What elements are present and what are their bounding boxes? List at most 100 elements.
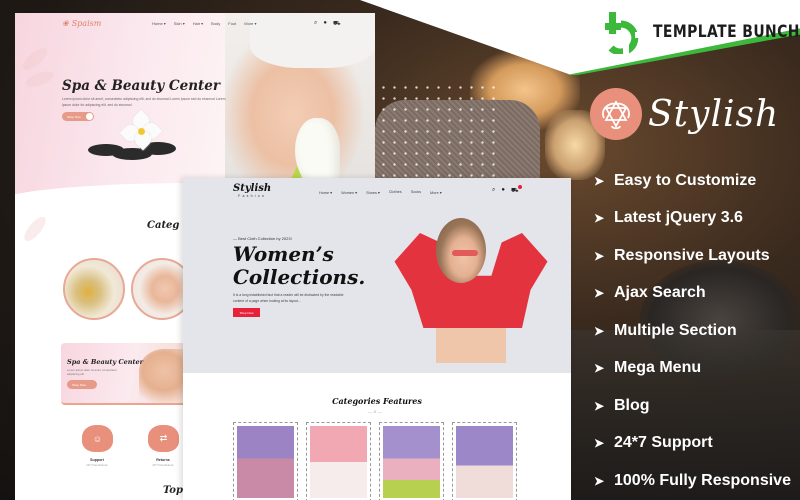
user-icon[interactable]: ● bbox=[323, 20, 327, 28]
category-card[interactable] bbox=[233, 422, 298, 500]
template-bunch-logo-icon bbox=[605, 10, 645, 56]
service-label: Support bbox=[90, 458, 104, 462]
arrow-right-icon: ➤ bbox=[594, 211, 605, 226]
feature-label: Responsive Layouts bbox=[614, 246, 770, 264]
fashion-template-preview: Stylish Fashion Home ▾ Women ▾ Shoes ▾ C… bbox=[183, 178, 571, 500]
feature-item: ➤ Latest jQuery 3.6 bbox=[594, 200, 791, 238]
lotus-badge-icon bbox=[590, 88, 642, 140]
feature-list: ➤ Easy to Customize ➤ Latest jQuery 3.6 ➤ R… bbox=[594, 162, 791, 500]
feature-item: ➤ Blog bbox=[594, 387, 791, 425]
banner-description: Lorem ipsum dolor sit amet, consectetur … bbox=[67, 368, 117, 376]
banner-title: Spa & Beauty Center bbox=[67, 358, 144, 366]
fashion-menu: Home ▾ Women ▾ Shoes ▾ Clothes Socks Mor… bbox=[319, 190, 442, 195]
spa-menu-item[interactable]: More ▾ bbox=[244, 21, 256, 26]
play-icon bbox=[86, 113, 93, 120]
arrow-right-icon: ➤ bbox=[594, 173, 605, 188]
feature-label: Multiple Section bbox=[614, 321, 737, 339]
feature-label: Blog bbox=[614, 396, 650, 414]
fashion-header-icons: ⌕ ● ⛟ bbox=[492, 185, 522, 195]
fashion-menu-item[interactable]: More ▾ bbox=[430, 190, 442, 195]
spa-menu-item[interactable]: Skin ▾ bbox=[174, 21, 185, 26]
hero-kicker: — Best Cloth Collection by 2023! bbox=[233, 236, 292, 241]
feature-item: ➤ 100% Fully Responsive bbox=[594, 462, 791, 500]
feature-label: Ajax Search bbox=[614, 284, 706, 302]
return-arrows-icon: ⇄ bbox=[148, 425, 179, 452]
arrow-right-icon: ➤ bbox=[594, 248, 605, 263]
category-card[interactable] bbox=[379, 422, 444, 500]
fashion-menu-item[interactable]: Clothes bbox=[389, 190, 402, 195]
arrow-right-icon: ➤ bbox=[594, 361, 605, 376]
feature-item: ➤ 24*7 Support bbox=[594, 425, 791, 463]
spa-hero-title: Spa & Beauty Center bbox=[62, 78, 220, 94]
shop-now-button[interactable]: Shop Now bbox=[233, 308, 260, 317]
feature-item: ➤ Responsive Layouts bbox=[594, 237, 791, 275]
fashion-menu-item[interactable]: Home ▾ bbox=[319, 190, 332, 195]
categories-section-title: Categories Features bbox=[332, 396, 422, 406]
spa-section-title: Categ bbox=[147, 220, 180, 231]
arrow-right-icon: ➤ bbox=[594, 286, 605, 301]
spa-menu: Home ▾ Skin ▾ Hair ▾ Body Foot More ▾ bbox=[152, 21, 257, 26]
category-card[interactable] bbox=[306, 422, 371, 500]
feature-item: ➤ Easy to Customize bbox=[594, 162, 791, 200]
spa-logo[interactable]: ❀ Spaism bbox=[62, 19, 101, 28]
brand-name: TEMPLATE BUNCH bbox=[653, 22, 800, 42]
feature-label: Latest jQuery 3.6 bbox=[614, 209, 743, 227]
feature-item: ➤ Multiple Section bbox=[594, 312, 791, 350]
spa-shop-now-button[interactable]: Shop Now bbox=[62, 112, 94, 121]
product-logo: Stylish bbox=[590, 88, 779, 140]
category-card-pink-beret bbox=[383, 426, 440, 498]
frangipani-flower-image bbox=[119, 109, 163, 151]
category-oils-image[interactable] bbox=[63, 258, 125, 320]
category-card-pink-coat bbox=[237, 426, 294, 498]
arrow-right-icon: ➤ bbox=[594, 436, 605, 451]
spa-menu-item[interactable]: Home ▾ bbox=[152, 21, 166, 26]
hero-description: It is a long established fact that a rea… bbox=[233, 293, 344, 303]
spa-menu-item[interactable]: Foot bbox=[228, 21, 236, 26]
fashion-logo[interactable]: Stylish Fashion bbox=[233, 184, 271, 199]
search-icon[interactable]: ⌕ bbox=[314, 20, 317, 28]
arrow-right-icon: ➤ bbox=[594, 323, 605, 338]
fashion-menu-item[interactable]: Women ▾ bbox=[341, 190, 357, 195]
spa-menu-item[interactable]: Hair ▾ bbox=[193, 21, 203, 26]
spa-hero-description: Lorem ipsum dolor sit amet, consectetur … bbox=[62, 97, 226, 107]
leaf-decoration bbox=[19, 44, 51, 74]
arrow-right-icon: ➤ bbox=[594, 473, 605, 488]
cart-icon[interactable]: ⛟ bbox=[333, 20, 341, 28]
spa-menu-item[interactable]: Body bbox=[211, 21, 220, 26]
feature-label: Mega Menu bbox=[614, 359, 702, 377]
spa-header-icons: ⌕ ● ⛟ bbox=[314, 20, 341, 28]
dot-pattern bbox=[378, 82, 498, 177]
spa-bottom-section-title: Top bbox=[163, 485, 183, 496]
lotus-icon: ❀ bbox=[62, 19, 69, 28]
hero-title: Women’s Collections. bbox=[233, 242, 366, 289]
category-card-flower-crown bbox=[456, 426, 513, 498]
support-agent-icon: ☺ bbox=[82, 425, 113, 452]
fashion-model-image bbox=[386, 208, 556, 373]
brand: TEMPLATE BUNCH bbox=[605, 10, 800, 56]
feature-item: ➤ Mega Menu bbox=[594, 350, 791, 388]
user-icon[interactable]: ● bbox=[501, 187, 505, 195]
section-ornament: — ♙ — bbox=[368, 409, 382, 414]
cart-icon[interactable]: ⛟ bbox=[511, 185, 522, 195]
cart-badge bbox=[517, 185, 522, 189]
fashion-menu-item[interactable]: Shoes ▾ bbox=[366, 190, 380, 195]
arrow-right-icon: ➤ bbox=[594, 398, 605, 413]
feature-item: ➤ Ajax Search bbox=[594, 275, 791, 313]
service-sub: 24*7 Free Returns bbox=[152, 464, 174, 467]
category-card-black-hat bbox=[310, 426, 367, 498]
banner-shop-now-button[interactable]: Shop Now bbox=[67, 380, 97, 389]
feature-label: 24*7 Support bbox=[614, 434, 713, 452]
product-name: Stylish bbox=[648, 93, 780, 135]
spa-promo-banner[interactable]: Spa & Beauty Center Lorem ipsum dolor si… bbox=[61, 343, 201, 405]
search-icon[interactable]: ⌕ bbox=[492, 187, 495, 195]
fashion-menu-item[interactable]: Socks bbox=[411, 190, 421, 195]
feature-label: 100% Fully Responsive bbox=[614, 471, 791, 489]
feature-label: Easy to Customize bbox=[614, 171, 757, 189]
leaf-decoration bbox=[23, 68, 57, 90]
fashion-hero: Stylish Fashion Home ▾ Women ▾ Shoes ▾ C… bbox=[183, 178, 571, 373]
leaf-decoration bbox=[20, 213, 50, 245]
service-label: Returns bbox=[156, 458, 170, 462]
category-card[interactable] bbox=[452, 422, 517, 500]
service-sub: 24*7 Free Returns bbox=[86, 464, 108, 467]
spa-navbar: ❀ Spaism Home ▾ Skin ▾ Hair ▾ Body Foot M… bbox=[15, 13, 375, 37]
